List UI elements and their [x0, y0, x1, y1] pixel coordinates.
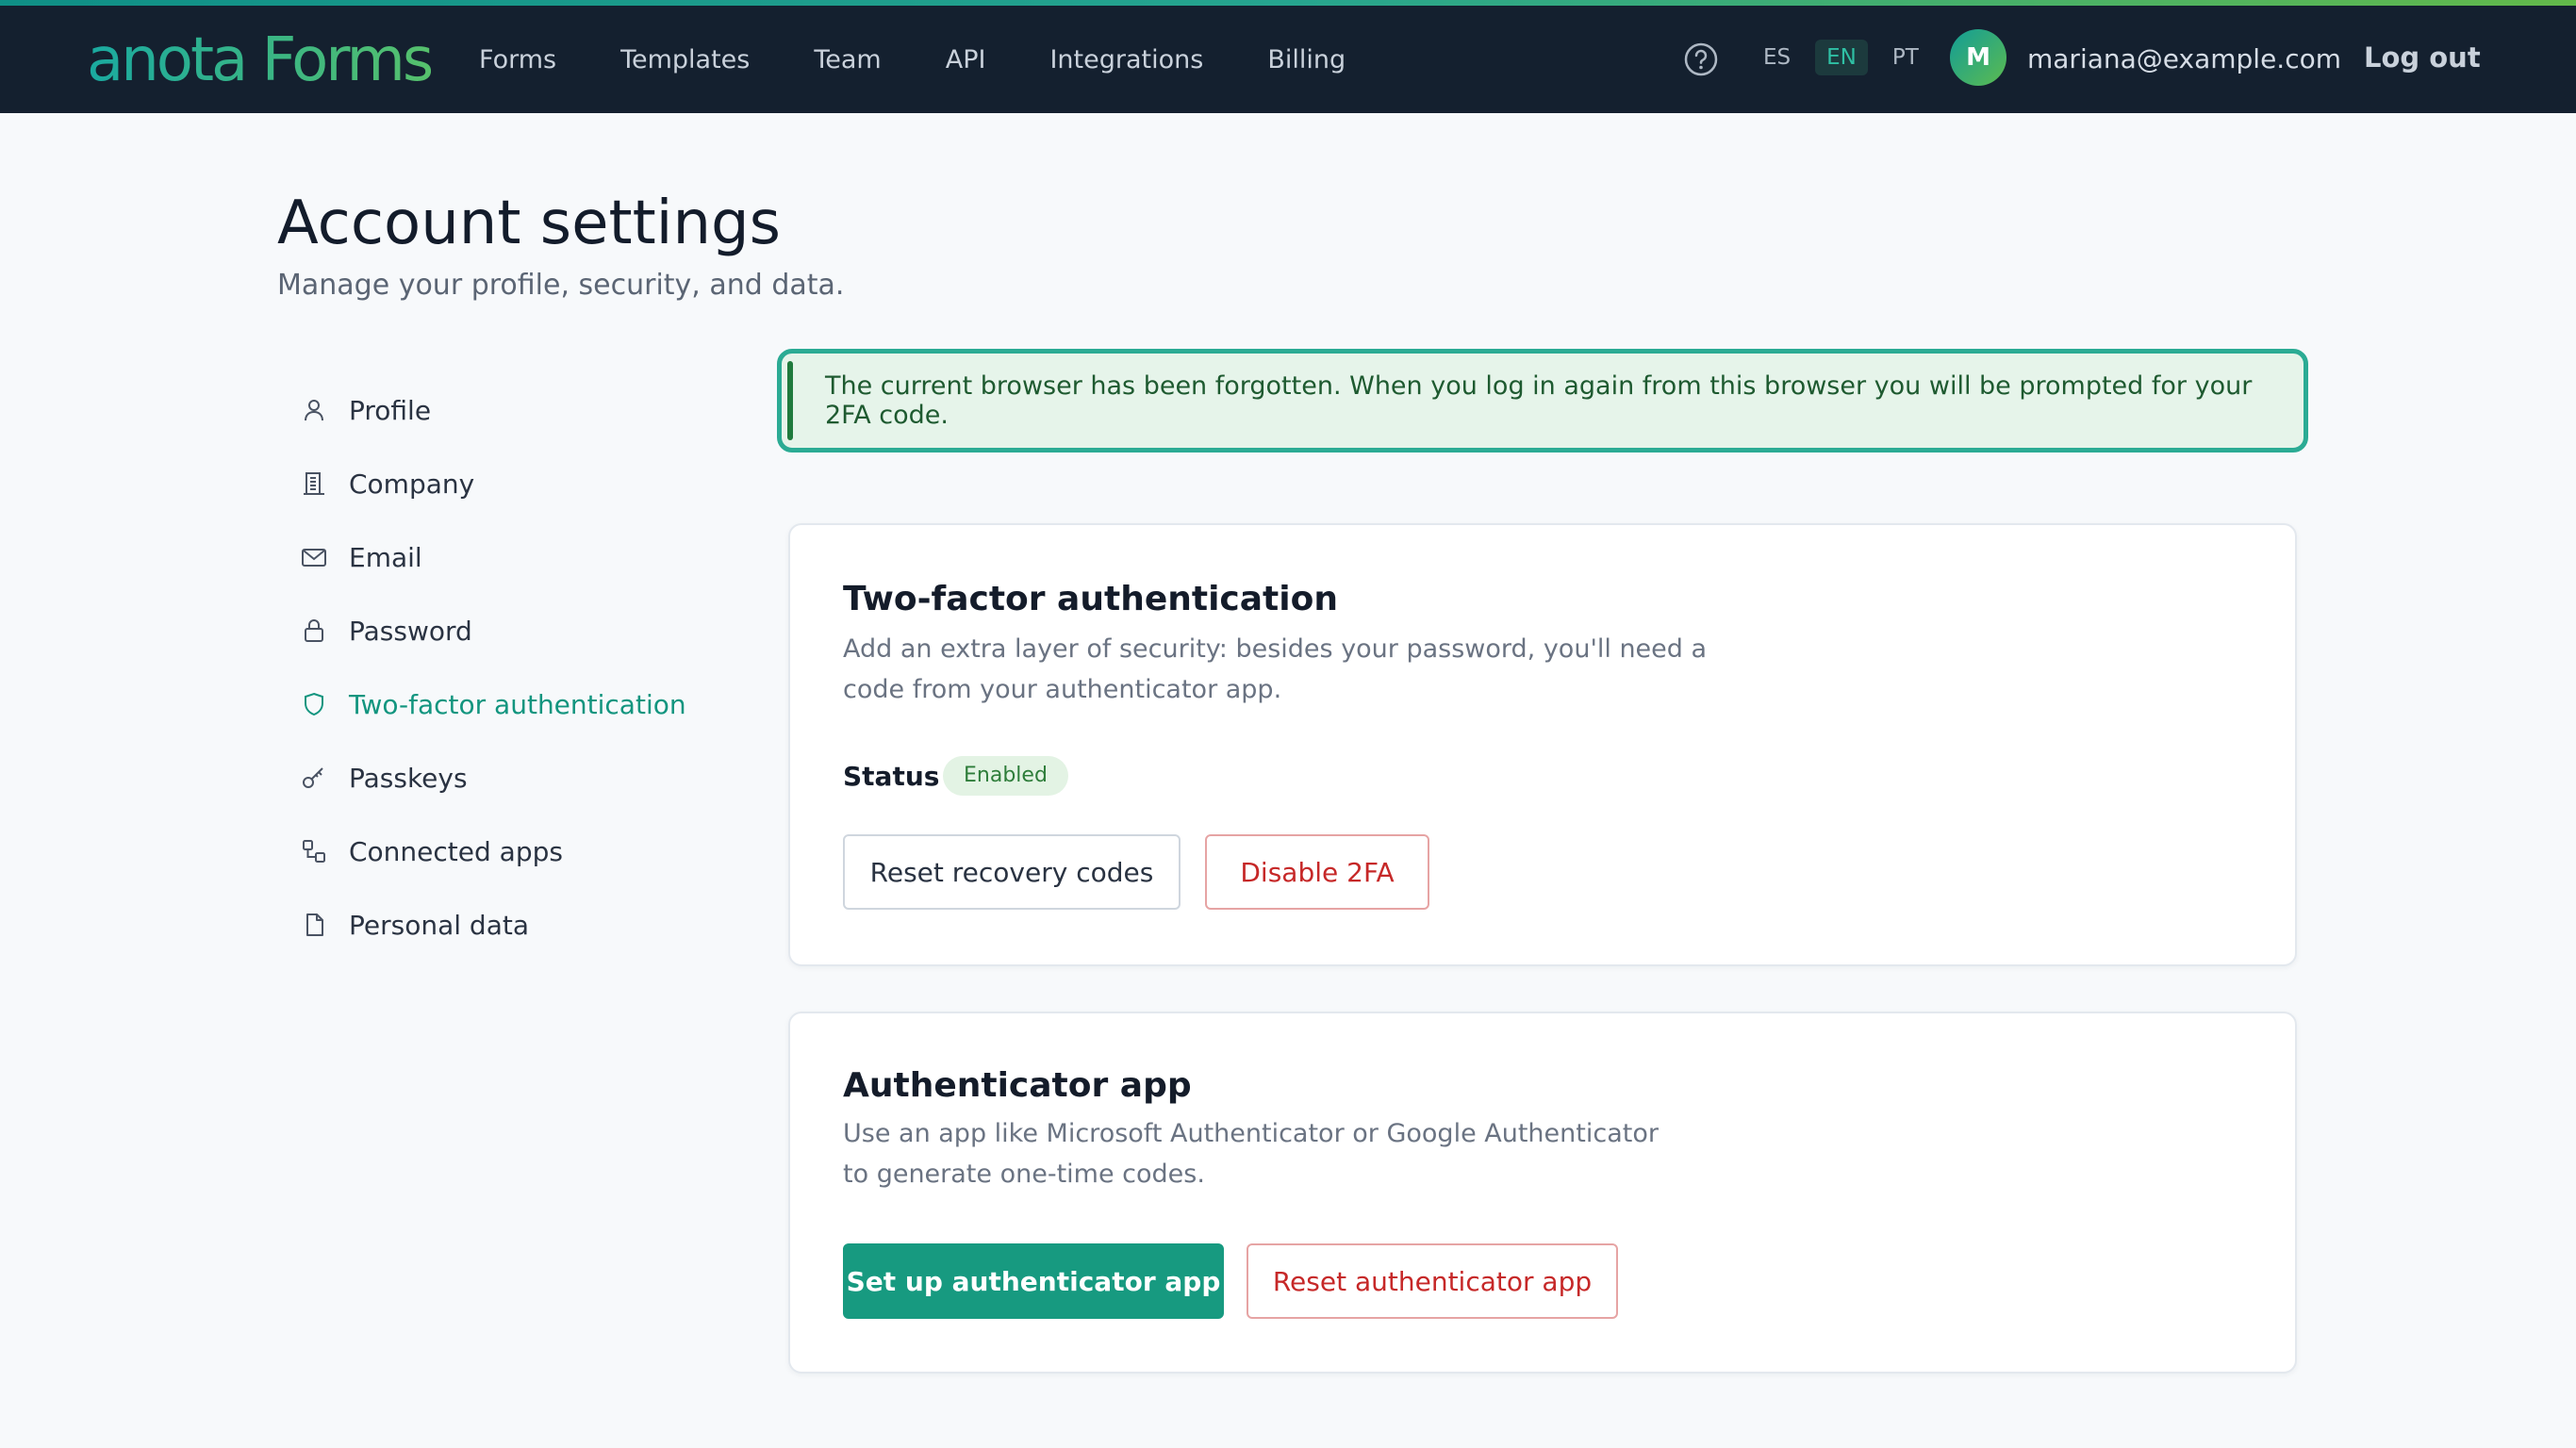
main-nav: Forms Templates Team API Integrations Bi… — [479, 6, 1410, 113]
sidebar-item-connected-apps[interactable]: Connected apps — [298, 814, 732, 888]
sidebar-item-two-factor[interactable]: Two-factor authentication — [298, 667, 732, 741]
sidebar-item-personal-data[interactable]: Personal data — [298, 888, 732, 962]
authenticator-title: Authenticator app — [843, 1066, 1192, 1105]
top-navigation-bar: anota Forms Forms Templates Team API Int… — [0, 6, 2576, 113]
success-alert: The current browser has been forgotten. … — [777, 349, 2308, 452]
building-icon — [298, 468, 330, 500]
logout-link[interactable]: Log out — [2364, 41, 2481, 74]
authenticator-description: Use an app like Microsoft Authenticator … — [843, 1119, 1659, 1189]
sidebar-item-label: Profile — [349, 394, 432, 426]
lang-pt[interactable]: PT — [1881, 40, 1930, 75]
sidebar-item-label: Two-factor authentication — [349, 688, 686, 720]
sidebar-item-passkeys[interactable]: Passkeys — [298, 741, 732, 814]
setup-authenticator-button[interactable]: Set up authenticator app — [843, 1243, 1224, 1319]
file-icon — [298, 909, 330, 941]
shield-icon — [298, 688, 330, 720]
authenticator-card: Authenticator app Use an app like Micros… — [788, 1012, 2297, 1374]
page-subtitle: Manage your profile, security, and data. — [277, 269, 845, 302]
sidebar-item-password[interactable]: Password — [298, 594, 732, 667]
two-factor-description: Add an extra layer of security: besides … — [843, 634, 1708, 704]
mail-icon — [298, 541, 330, 573]
settings-sidebar: Profile Company Email Password Two-facto… — [298, 373, 732, 962]
avatar[interactable]: M — [1950, 29, 2006, 86]
two-factor-card: Two-factor authentication Add an extra l… — [788, 523, 2297, 966]
nav-item-forms[interactable]: Forms — [479, 45, 556, 74]
reset-recovery-codes-button[interactable]: Reset recovery codes — [843, 834, 1181, 910]
nav-item-api[interactable]: API — [946, 45, 986, 74]
app-logo[interactable]: anota Forms — [87, 26, 434, 94]
lock-icon — [298, 615, 330, 647]
status-badge: Enabled — [943, 756, 1068, 796]
alert-message: The current browser has been forgotten. … — [825, 371, 2253, 430]
question-circle-icon[interactable] — [1682, 41, 1720, 78]
nav-item-integrations[interactable]: Integrations — [1049, 45, 1203, 74]
two-factor-title: Two-factor authentication — [843, 580, 1338, 618]
reset-authenticator-button[interactable]: Reset authenticator app — [1247, 1243, 1618, 1319]
status-label: Status — [843, 761, 940, 792]
nav-item-billing[interactable]: Billing — [1267, 45, 1346, 74]
sidebar-item-label: Password — [349, 615, 472, 647]
sidebar-item-label: Email — [349, 541, 422, 573]
sidebar-item-profile[interactable]: Profile — [298, 373, 732, 447]
sidebar-item-email[interactable]: Email — [298, 520, 732, 594]
nav-item-team[interactable]: Team — [814, 45, 881, 74]
sidebar-item-label: Passkeys — [349, 762, 468, 794]
sidebar-item-label: Company — [349, 468, 475, 500]
user-email[interactable]: mariana@example.com — [2027, 43, 2341, 74]
disable-2fa-button[interactable]: Disable 2FA — [1205, 834, 1429, 910]
sidebar-item-label: Connected apps — [349, 835, 563, 867]
key-icon — [298, 762, 330, 794]
sidebar-item-label: Personal data — [349, 909, 529, 941]
apps-link-icon — [298, 835, 330, 867]
lang-en[interactable]: EN — [1815, 40, 1868, 75]
nav-item-templates[interactable]: Templates — [620, 45, 750, 74]
sidebar-item-company[interactable]: Company — [298, 447, 732, 520]
user-icon — [298, 394, 330, 426]
lang-es[interactable]: ES — [1752, 40, 1802, 75]
page-title: Account settings — [277, 189, 781, 258]
language-switcher: ES EN PT — [1752, 40, 1943, 75]
